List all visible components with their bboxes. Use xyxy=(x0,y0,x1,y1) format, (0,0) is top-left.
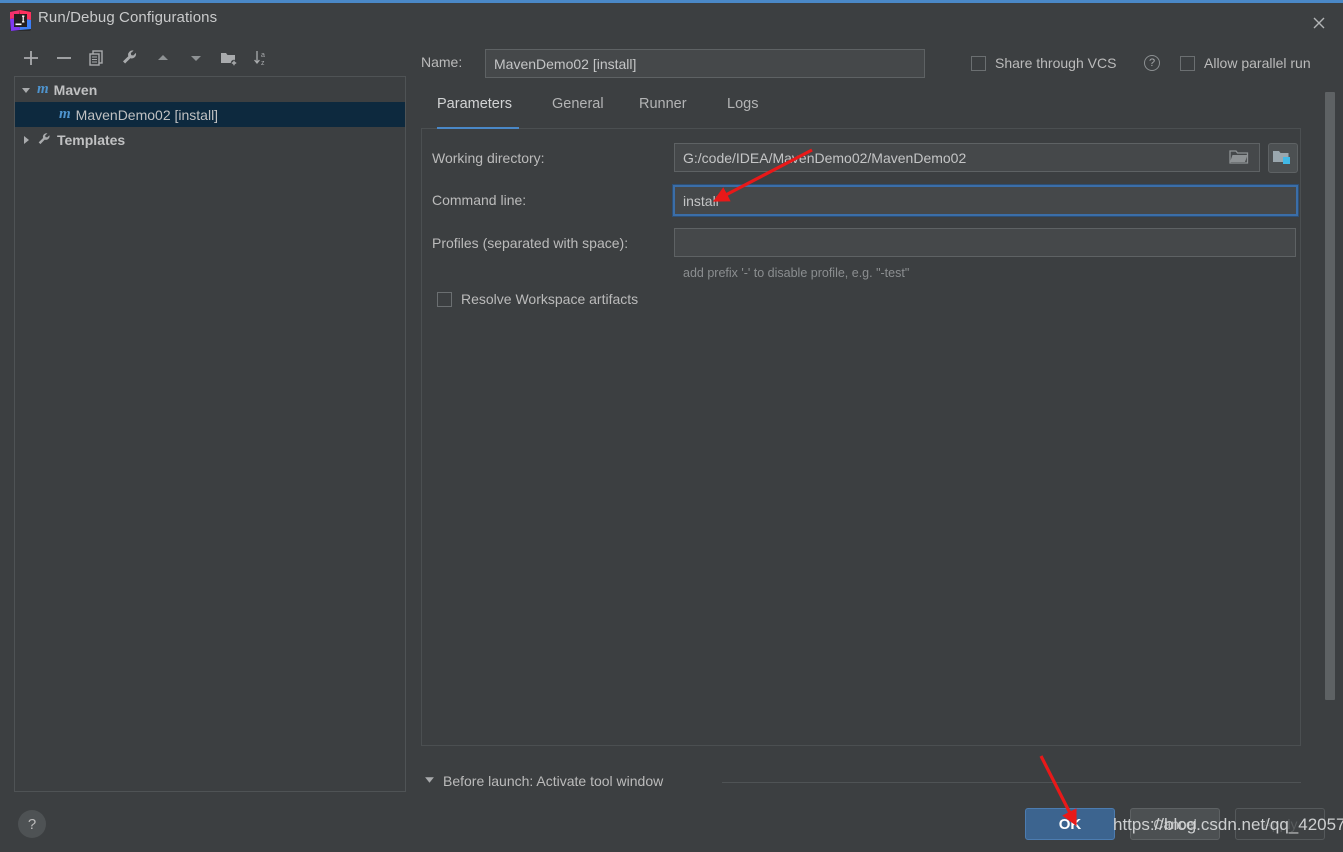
tree-node-templates[interactable]: Templates xyxy=(15,127,405,152)
add-configuration-button[interactable] xyxy=(17,44,45,72)
before-launch-label: Before launch: Activate tool window xyxy=(443,773,664,789)
tab-logs[interactable]: Logs xyxy=(727,96,758,126)
maven-m-icon: m xyxy=(37,81,49,97)
watermark-text: https://blog.csdn.net/qq_42057154 xyxy=(1113,815,1343,834)
configurations-tree[interactable]: m Maven m MavenDemo02 [install] Template… xyxy=(14,76,406,792)
name-input[interactable] xyxy=(485,49,925,78)
profiles-input[interactable] xyxy=(674,228,1296,257)
window-title: Run/Debug Configurations xyxy=(38,9,218,26)
twisty-expanded-icon[interactable] xyxy=(15,85,37,95)
resolve-workspace-artifacts-checkbox[interactable] xyxy=(437,292,452,307)
share-through-vcs-checkbox[interactable] xyxy=(971,56,986,71)
configurations-toolbar: a z xyxy=(14,44,404,74)
arrow-up-icon[interactable] xyxy=(149,44,177,72)
wrench-icon[interactable] xyxy=(116,44,144,72)
name-label: Name: xyxy=(421,54,463,70)
twisty-expanded-icon[interactable] xyxy=(424,772,435,790)
tab-general[interactable]: General xyxy=(552,96,604,126)
profiles-hint: add prefix '-' to disable profile, e.g. … xyxy=(683,266,910,280)
svg-text:z: z xyxy=(261,60,265,67)
command-line-input[interactable] xyxy=(673,185,1298,216)
help-button[interactable]: ? xyxy=(18,810,46,838)
share-vcs-help-icon[interactable]: ? xyxy=(1144,55,1160,71)
allow-parallel-run-checkbox[interactable] xyxy=(1180,56,1195,71)
twisty-collapsed-icon[interactable] xyxy=(15,135,37,145)
share-through-vcs-label: Share through VCS xyxy=(995,55,1117,71)
intellij-idea-icon xyxy=(10,10,31,31)
before-launch-section[interactable]: Before launch: Activate tool window xyxy=(424,772,663,790)
allow-parallel-run-label: Allow parallel run xyxy=(1204,55,1311,71)
tree-node-maven[interactable]: m Maven xyxy=(15,77,405,102)
remove-configuration-button[interactable] xyxy=(50,44,78,72)
tab-parameters[interactable]: Parameters xyxy=(437,96,512,126)
arrow-down-icon[interactable] xyxy=(182,44,210,72)
tree-node-label: Templates xyxy=(57,131,126,148)
svg-text:a: a xyxy=(261,52,265,59)
vertical-scrollbar[interactable] xyxy=(1325,92,1335,764)
tree-node-label: Maven xyxy=(53,81,98,98)
resolve-workspace-artifacts-label: Resolve Workspace artifacts xyxy=(461,291,639,307)
tree-node-label: MavenDemo02 [install] xyxy=(75,106,219,123)
run-debug-configurations-dialog: Run/Debug Configurations a z m Maven m M… xyxy=(0,0,1343,852)
working-directory-label: Working directory: xyxy=(432,150,545,166)
folder-module-icon[interactable] xyxy=(1268,143,1298,173)
tab-runner[interactable]: Runner xyxy=(639,96,687,126)
profiles-label: Profiles (separated with space): xyxy=(432,235,629,251)
folder-open-icon[interactable] xyxy=(1229,148,1249,170)
copy-configuration-button[interactable] xyxy=(83,44,111,72)
maven-m-icon: m xyxy=(59,106,71,122)
wrench-icon xyxy=(37,132,52,147)
title-bar: Run/Debug Configurations xyxy=(0,3,1343,38)
working-directory-input[interactable] xyxy=(674,143,1260,172)
sort-alpha-icon[interactable]: a z xyxy=(248,44,276,72)
command-line-label: Command line: xyxy=(432,192,527,208)
folder-add-icon[interactable] xyxy=(215,44,243,72)
before-launch-divider xyxy=(722,782,1301,783)
close-icon[interactable] xyxy=(1297,3,1343,41)
tree-node-mavendemo02[interactable]: m MavenDemo02 [install] xyxy=(15,102,405,127)
ok-button[interactable]: OK xyxy=(1025,808,1115,840)
parameters-panel xyxy=(421,128,1301,746)
tab-bar: Parameters General Runner Logs xyxy=(421,96,1301,128)
scrollbar-thumb[interactable] xyxy=(1325,92,1335,700)
